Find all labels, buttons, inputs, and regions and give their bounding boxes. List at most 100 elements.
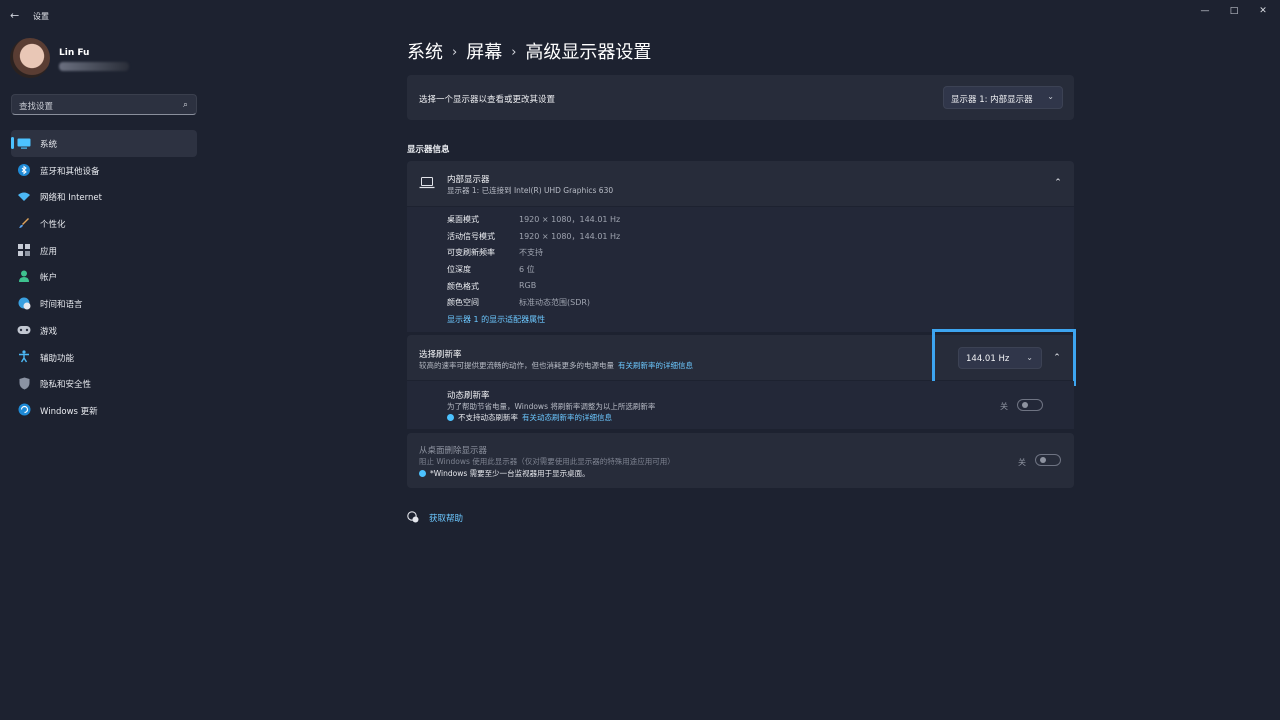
highlight-box xyxy=(932,329,1076,386)
back-arrow-icon[interactable]: ← xyxy=(10,9,24,23)
breadcrumb-display[interactable]: 屏幕 xyxy=(466,38,502,64)
dynamic-refresh-title: 动态刷新率 xyxy=(447,391,490,401)
adapter-properties-link[interactable]: 显示器 1 的显示适配器属性 xyxy=(447,314,545,325)
search-icon[interactable]: ⌕ xyxy=(183,100,188,110)
title-bar: ← 设置 — □ ✕ xyxy=(0,0,1280,32)
info-value: 不支持 xyxy=(519,248,543,257)
refresh-rate-title: 选择刷新率 xyxy=(419,350,462,360)
globe-clock-icon xyxy=(17,296,31,310)
display-dropdown[interactable]: 显示器 1: 内部显示器 ⌄ xyxy=(943,86,1063,109)
person-icon xyxy=(17,269,31,283)
sidebar-item-label: 网络和 Internet xyxy=(40,193,102,204)
user-email-blurred xyxy=(59,62,129,71)
display-info-section-title: 显示器信息 xyxy=(407,145,450,155)
sidebar-item-apps[interactable]: 应用 xyxy=(11,237,197,264)
sidebar-item-bluetooth[interactable]: 蓝牙和其他设备 xyxy=(11,157,197,184)
get-help-link[interactable]: 获取帮助 xyxy=(407,511,487,525)
sidebar-item-personalization[interactable]: 个性化 xyxy=(11,210,197,237)
info-key: 位深度 xyxy=(447,265,471,274)
remove-display-subtitle: 阻止 Windows 使用此显示器（仅对需要使用此显示器的特殊用途应用可用） xyxy=(419,457,675,466)
dynamic-refresh-note-text: 不支持动态刷新率 xyxy=(458,413,518,422)
info-icon xyxy=(419,470,426,477)
close-icon[interactable]: ✕ xyxy=(1254,4,1272,18)
display-icon xyxy=(17,136,31,150)
chevron-down-icon: ⌄ xyxy=(1047,92,1054,101)
remove-display-note: *Windows 需要至少一台监视器用于显示桌面。 xyxy=(419,468,590,479)
sidebar-item-label: 游戏 xyxy=(40,326,58,337)
sidebar-item-label: 蓝牙和其他设备 xyxy=(40,166,100,177)
sidebar-item-system[interactable]: 系统 xyxy=(11,130,197,157)
display-selector-label: 选择一个显示器以查看或更改其设置 xyxy=(419,95,556,105)
avatar xyxy=(10,38,50,78)
remove-display-card: 从桌面删除显示器 阻止 Windows 使用此显示器（仅对需要使用此显示器的特殊… xyxy=(407,433,1074,488)
remove-display-title: 从桌面删除显示器 xyxy=(419,446,488,456)
bluetooth-icon xyxy=(17,163,31,177)
sidebar-item-label: 帐户 xyxy=(40,273,58,284)
info-icon xyxy=(447,414,454,421)
brush-icon xyxy=(17,216,31,230)
display-info-subtitle: 显示器 1: 已连接到 Intel(R) UHD Graphics 630 xyxy=(447,186,614,195)
sidebar-item-windows-update[interactable]: Windows 更新 xyxy=(11,397,197,424)
sidebar-nav: 系统 蓝牙和其他设备 网络和 Internet 个性化 应用 帐户 时间和语言 … xyxy=(11,130,197,424)
app-title: 设置 xyxy=(33,12,49,21)
display-info-title: 内部显示器 xyxy=(447,175,490,185)
sidebar-item-label: 辅助功能 xyxy=(40,353,75,364)
apps-icon xyxy=(17,243,31,257)
info-key: 可变刷新频率 xyxy=(447,248,495,257)
display-info-header[interactable]: 内部显示器 显示器 1: 已连接到 Intel(R) UHD Graphics … xyxy=(407,161,1074,206)
info-key: 桌面模式 xyxy=(447,215,479,224)
sidebar-item-label: 个性化 xyxy=(40,220,66,231)
search-box[interactable]: 查找设置 ⌕ xyxy=(11,94,197,115)
dynamic-refresh-section: 动态刷新率 为了帮助节省电量，Windows 将刷新率调整为以上所选刷新率 不支… xyxy=(407,381,1074,429)
sidebar-item-accounts[interactable]: 帐户 xyxy=(11,263,197,290)
breadcrumb-separator: › xyxy=(511,45,517,60)
sidebar-item-gaming[interactable]: 游戏 xyxy=(11,317,197,344)
display-dropdown-value: 显示器 1: 内部显示器 xyxy=(951,95,1033,105)
info-value: RGB xyxy=(519,281,537,290)
sidebar-item-label: Windows 更新 xyxy=(40,406,98,417)
search-input[interactable]: 查找设置 xyxy=(19,100,53,112)
refresh-rate-subtitle: 较高的速率可提供更流畅的动作，但也消耗更多的电源电量 有关刷新率的详细信息 xyxy=(419,360,693,371)
dynamic-refresh-subtitle: 为了帮助节省电量，Windows 将刷新率调整为以上所选刷新率 xyxy=(447,402,656,411)
breadcrumb-system[interactable]: 系统 xyxy=(407,38,443,64)
dynamic-refresh-toggle[interactable] xyxy=(1017,399,1043,411)
breadcrumb-separator: › xyxy=(452,45,458,60)
shield-icon xyxy=(17,376,31,390)
sidebar-item-time-language[interactable]: 时间和语言 xyxy=(11,290,197,317)
display-info-details: 桌面模式 1920 × 1080，144.01 Hz 活动信号模式 1920 ×… xyxy=(407,207,1074,332)
refresh-rate-info-link[interactable]: 有关刷新率的详细信息 xyxy=(618,361,693,370)
sidebar-item-accessibility[interactable]: 辅助功能 xyxy=(11,344,197,371)
info-value: 1920 × 1080，144.01 Hz xyxy=(519,215,621,224)
page-title: 高级显示器设置 xyxy=(525,42,652,63)
info-key: 颜色格式 xyxy=(447,282,479,291)
minimize-icon[interactable]: — xyxy=(1196,4,1214,18)
sidebar-item-label: 系统 xyxy=(40,140,58,150)
info-value: 6 位 xyxy=(519,265,535,274)
info-value: 标准动态范围(SDR) xyxy=(519,298,591,307)
sidebar-item-label: 应用 xyxy=(40,246,58,257)
maximize-icon[interactable]: □ xyxy=(1225,4,1243,18)
info-value: 1920 × 1080，144.01 Hz xyxy=(519,232,621,241)
info-key: 活动信号模式 xyxy=(447,232,495,241)
help-chat-icon xyxy=(407,511,419,523)
remove-display-note-text: *Windows 需要至少一台监视器用于显示桌面。 xyxy=(430,469,590,478)
sidebar-item-label: 时间和语言 xyxy=(40,300,83,311)
get-help-label: 获取帮助 xyxy=(429,514,464,524)
dynamic-refresh-note: 不支持动态刷新率 有关动态刷新率的详细信息 xyxy=(447,412,612,423)
laptop-icon xyxy=(419,176,435,190)
dynamic-refresh-info-link[interactable]: 有关动态刷新率的详细信息 xyxy=(522,413,612,422)
user-name: Lin Fu xyxy=(59,48,90,58)
remove-display-toggle[interactable] xyxy=(1035,454,1061,466)
sidebar-item-network[interactable]: 网络和 Internet xyxy=(11,183,197,210)
sidebar-item-privacy[interactable]: 隐私和安全性 xyxy=(11,370,197,397)
sidebar-item-label: 隐私和安全性 xyxy=(40,380,92,391)
toggle-state-label: 关 xyxy=(1018,458,1026,467)
chevron-up-icon[interactable]: ⌃ xyxy=(1051,176,1065,190)
info-key: 颜色空间 xyxy=(447,298,479,307)
toggle-state-label: 关 xyxy=(1000,402,1008,411)
breadcrumb: 系统 › 屏幕 › 高级显示器设置 xyxy=(407,38,651,64)
wifi-icon xyxy=(17,189,31,203)
gamepad-icon xyxy=(17,323,31,337)
update-icon xyxy=(17,403,31,417)
user-profile[interactable]: Lin Fu xyxy=(10,38,200,82)
